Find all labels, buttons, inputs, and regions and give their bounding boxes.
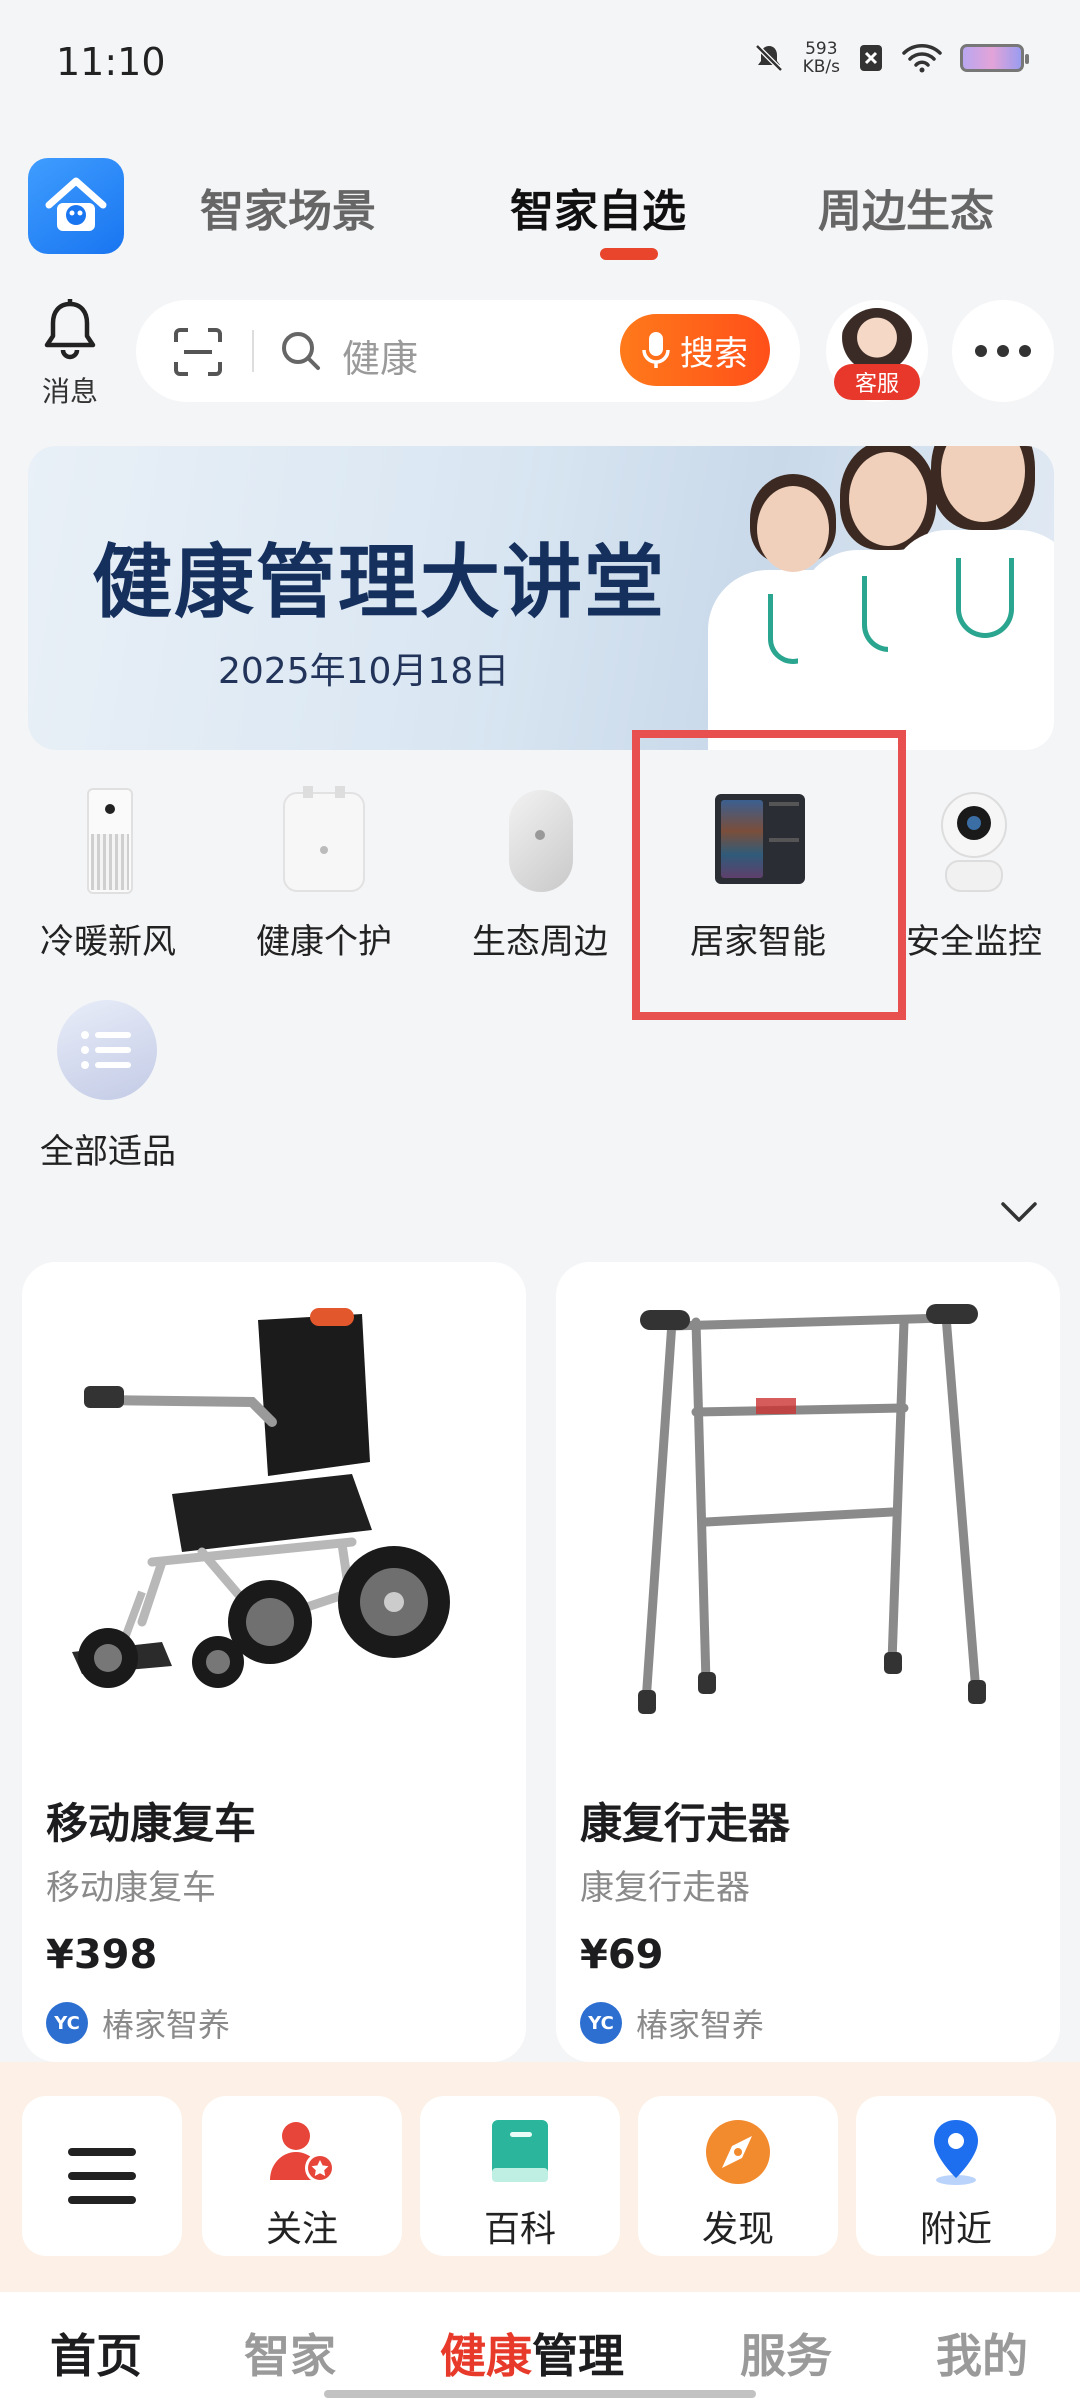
product-price: ¥69 xyxy=(580,1932,664,1978)
category-label: 全部适品 xyxy=(40,1132,176,1172)
service-badge: 客服 xyxy=(834,364,920,400)
search-divider xyxy=(252,330,254,372)
nav-health-label-part2: 管理 xyxy=(532,2329,624,2383)
nav-mine[interactable]: 我的 xyxy=(936,2320,1028,2386)
banner-title: 健康管理大讲堂 xyxy=(92,536,666,629)
shop-name: 椿家智养 xyxy=(636,2006,765,2044)
promo-banner[interactable]: 健康管理大讲堂 2025年10月18日 xyxy=(28,446,1054,750)
shop-name: 椿家智养 xyxy=(102,2006,231,2044)
category-all[interactable]: 全部适品 xyxy=(8,996,208,1173)
no-sim-icon xyxy=(860,45,882,71)
book-icon xyxy=(492,2120,548,2182)
air-purifier-icon xyxy=(53,786,163,896)
shop-logo: YC xyxy=(580,2002,622,2044)
shop-info[interactable]: YC 椿家智养 xyxy=(46,2000,230,2046)
search-button[interactable]: 搜索 xyxy=(620,314,770,386)
search-input[interactable]: 健康 xyxy=(342,328,418,383)
status-icons: 593 KB/s xyxy=(753,40,1029,76)
user-star-icon xyxy=(270,2122,335,2183)
dock-label: 附近 xyxy=(919,2209,992,2250)
product-title: 康复行走器 xyxy=(580,1799,791,1848)
search-button-label: 搜索 xyxy=(680,333,748,374)
menu-button[interactable] xyxy=(22,2096,182,2256)
product-card[interactable]: 移动康复车 移动康复车 ¥398 YC 椿家智养 xyxy=(22,1262,526,2062)
location-pin-icon xyxy=(934,2120,978,2185)
dock-label: 发现 xyxy=(701,2209,774,2250)
nav-smart-home[interactable]: 智家 xyxy=(244,2320,336,2386)
follow-button[interactable]: 关注 xyxy=(202,2096,402,2256)
bell-icon xyxy=(44,299,96,360)
category-label: 生态周边 xyxy=(472,922,608,962)
top-tab-bar: 智家场景 智家自选 周边生态 xyxy=(0,150,1080,280)
more-dots-icon xyxy=(975,345,1031,357)
chevron-down-icon[interactable] xyxy=(1000,1200,1038,1224)
list-icon xyxy=(53,996,163,1106)
category-personal-care[interactable]: 健康个护 xyxy=(224,786,424,963)
category-ecology[interactable]: 生态周边 xyxy=(440,786,640,963)
search-icon xyxy=(282,332,320,370)
banner-date: 2025年10月18日 xyxy=(218,651,510,692)
doctor-figure xyxy=(888,446,1054,750)
menu-icon xyxy=(68,2148,136,2204)
highlight-box xyxy=(632,730,906,1020)
active-tab-indicator xyxy=(600,248,658,260)
wifi-icon xyxy=(902,44,942,73)
product-subtitle: 移动康复车 xyxy=(46,1868,216,1908)
battery-icon xyxy=(960,44,1029,72)
category-air[interactable]: 冷暖新风 xyxy=(8,786,208,963)
category-label: 健康个护 xyxy=(256,922,392,962)
nearby-button[interactable]: 附近 xyxy=(856,2096,1056,2256)
net-speed-unit: KB/s xyxy=(802,57,840,77)
scan-icon[interactable] xyxy=(172,326,224,378)
security-camera-icon xyxy=(919,786,1029,896)
net-speed-value: 593 xyxy=(805,39,838,59)
shop-logo: YC xyxy=(46,2002,88,2044)
mute-bell-icon xyxy=(754,44,783,72)
personal-care-device-icon xyxy=(269,786,379,896)
shop-info[interactable]: YC 椿家智养 xyxy=(580,2000,764,2046)
customer-service-button[interactable]: 客服 xyxy=(826,300,928,402)
tab-surrounding-ecology[interactable]: 周边生态 xyxy=(818,175,994,239)
messages-button[interactable]: 消息 xyxy=(30,298,110,408)
tab-smart-select[interactable]: 智家自选 xyxy=(510,175,686,239)
dock-label: 关注 xyxy=(265,2209,338,2250)
wheelchair-image xyxy=(22,1262,526,1722)
net-speed: 593 KB/s xyxy=(803,40,840,76)
nav-home[interactable]: 首页 xyxy=(50,2320,142,2386)
nav-health-management[interactable]: 健康管理 xyxy=(440,2320,624,2386)
bell-label: 消息 xyxy=(41,375,98,408)
app-logo[interactable] xyxy=(28,158,124,254)
more-options-button[interactable] xyxy=(952,300,1054,402)
nav-service[interactable]: 服务 xyxy=(740,2320,832,2386)
product-subtitle: 康复行走器 xyxy=(580,1868,750,1908)
discover-button[interactable]: 发现 xyxy=(638,2096,838,2256)
encyclopedia-button[interactable]: 百科 xyxy=(420,2096,620,2256)
tab-smart-scene[interactable]: 智家场景 xyxy=(200,175,376,239)
category-label: 冷暖新风 xyxy=(40,922,176,962)
walker-image xyxy=(556,1262,1060,1722)
product-price: ¥398 xyxy=(46,1932,158,1978)
microphone-icon xyxy=(642,332,670,368)
dock-label: 百科 xyxy=(483,2209,556,2250)
nav-health-label-part1: 健康 xyxy=(440,2329,532,2383)
product-title: 移动康复车 xyxy=(46,1799,257,1848)
compass-icon xyxy=(706,2120,770,2184)
smart-sensor-icon xyxy=(485,786,595,896)
status-bar: 11:10 593 KB/s xyxy=(0,0,1080,120)
status-time: 11:10 xyxy=(56,40,166,84)
house-icon xyxy=(45,177,107,231)
quick-action-dock: 关注 百科 发现 附近 xyxy=(0,2062,1080,2292)
product-card[interactable]: 康复行走器 康复行走器 ¥69 YC 椿家智养 xyxy=(556,1262,1060,2062)
home-indicator xyxy=(324,2390,756,2398)
search-bar[interactable]: 健康 搜索 xyxy=(136,300,800,402)
